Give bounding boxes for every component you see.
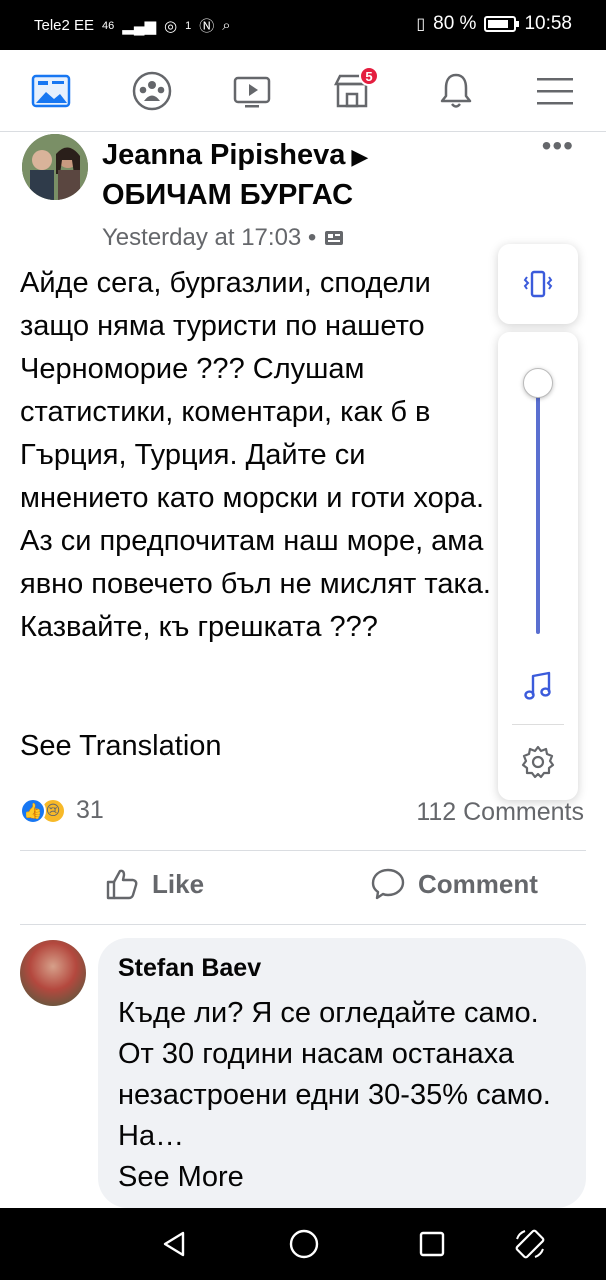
status-right: ▯ 80 % 10:58 [416, 13, 572, 35]
more-options-icon[interactable]: ••• [542, 130, 574, 162]
privacy-group-icon [325, 231, 344, 245]
comment-bubble-icon [371, 868, 405, 900]
status-bar: Tele2 EE 46 ▂▄▆ ◎ 1 Ⓝ ⌕ ▯ 80 % 10:58 [0, 0, 606, 50]
groups-icon[interactable] [129, 68, 175, 114]
marketplace-icon[interactable]: 5 [329, 66, 379, 114]
post-body-text: Айде сега, бургазлии, сподели защо няма … [20, 267, 491, 643]
search-status-icon: ⌕ [222, 17, 231, 34]
hotspot-icon: ◎ [164, 17, 178, 35]
commenter-avatar[interactable] [20, 940, 86, 1006]
android-nav-bar [0, 1208, 606, 1280]
back-icon[interactable] [156, 1226, 192, 1262]
post-author-line: Jeanna Pipisheva ▶ ОБИЧАМ БУРГАС [102, 136, 502, 214]
notifications-bell-icon[interactable] [433, 68, 479, 114]
music-note-icon [520, 668, 556, 709]
sim-index: 1 [185, 19, 192, 32]
arrow-right-icon: ▶ [351, 144, 369, 169]
author-avatar[interactable] [22, 134, 88, 200]
battery-percent: 80 % [433, 13, 477, 34]
divider [20, 850, 586, 851]
vibrate-icon [523, 270, 553, 298]
rotate-screen-icon[interactable] [512, 1226, 548, 1262]
network-type: 46 [102, 19, 115, 32]
comment-button[interactable]: Comment [370, 866, 538, 902]
like-button[interactable]: Like [104, 866, 204, 902]
divider [20, 924, 586, 925]
clock: 10:58 [524, 13, 572, 34]
menu-icon[interactable] [532, 68, 578, 114]
vibrate-icon: ▯ [416, 16, 426, 33]
see-more-link[interactable]: See More [118, 1161, 244, 1193]
watch-icon[interactable] [229, 68, 275, 114]
ringer-mode-button[interactable] [498, 244, 578, 324]
post-timestamp-row: Yesterday at 17:03 • [102, 224, 344, 252]
thumbs-up-icon [106, 869, 138, 900]
comment-body: Къде ли? Я се огледайте само. От 30 годи… [118, 997, 551, 1152]
home-icon[interactable] [286, 1226, 322, 1262]
comment-text: Къде ли? Я се огледайте само. От 30 годи… [118, 993, 566, 1198]
see-translation-link[interactable]: See Translation [20, 730, 222, 763]
volume-slider-track[interactable] [536, 384, 540, 634]
news-feed-icon[interactable] [28, 68, 74, 114]
signal-icon: ▂▄▆ [122, 17, 156, 35]
comment-author-name[interactable]: Stefan Baev [118, 954, 566, 983]
comment-bubble: Stefan Baev Къде ли? Я се огледайте само… [98, 938, 586, 1208]
volume-panel [498, 332, 578, 800]
volume-slider-knob[interactable] [523, 368, 553, 398]
reactions-summary[interactable]: 👍 😢 31 [20, 796, 104, 825]
status-left: Tele2 EE 46 ▂▄▆ ◎ 1 Ⓝ ⌕ [34, 15, 231, 36]
post-author-name[interactable]: Jeanna Pipisheva [102, 139, 345, 171]
post-timestamp[interactable]: Yesterday at 17:03 • [102, 224, 316, 252]
divider [512, 724, 564, 725]
settings-gear-icon[interactable] [520, 744, 556, 785]
recents-icon[interactable] [414, 1226, 450, 1262]
facebook-nav-bar: 5 [0, 50, 606, 132]
comment-label: Comment [418, 868, 538, 899]
reaction-count: 31 [76, 796, 104, 824]
post-group-name[interactable]: ОБИЧАМ БУРГАС [102, 179, 353, 211]
notification-badge: 5 [359, 66, 379, 86]
comments-count-link[interactable]: 112 Comments [416, 798, 584, 827]
carrier-label: Tele2 EE [34, 17, 95, 34]
like-label: Like [152, 868, 205, 899]
like-reaction-icon: 👍 [20, 797, 46, 824]
nfc-icon: Ⓝ [199, 18, 215, 35]
battery-icon [484, 16, 520, 32]
